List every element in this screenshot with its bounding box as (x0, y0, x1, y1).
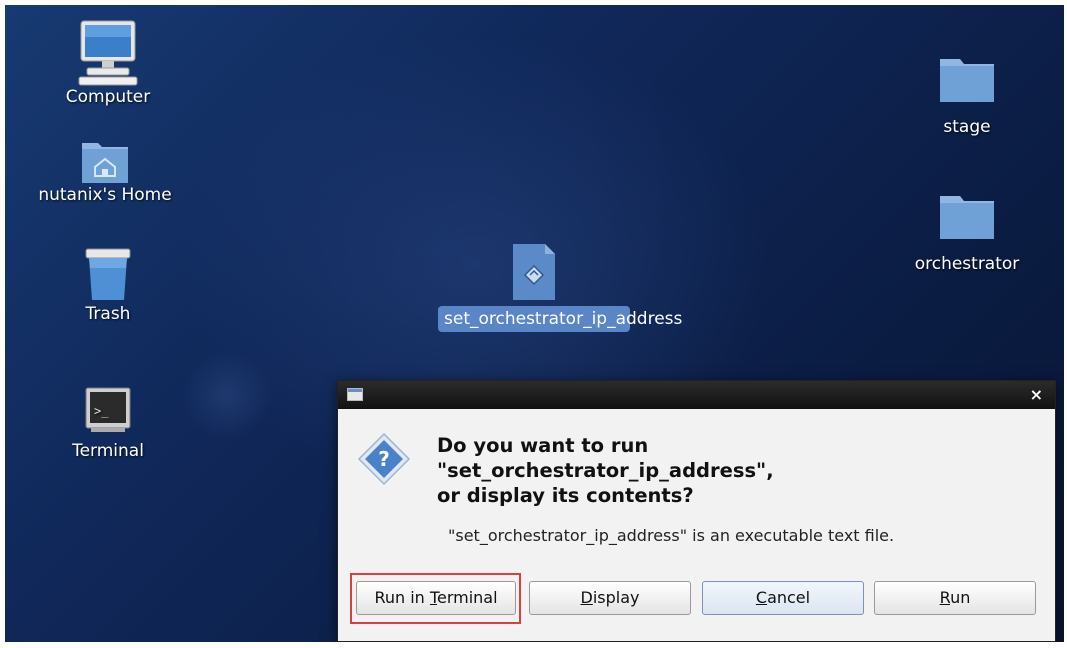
desktop-icon-label: Trash (85, 304, 131, 324)
desktop-icon-label: Terminal (72, 441, 144, 461)
button-label: Run in Terminal (374, 588, 498, 607)
folder-icon (940, 59, 994, 102)
question-icon: ? (357, 432, 411, 486)
svg-text:>_: >_ (94, 404, 109, 418)
desktop-icon-terminal[interactable]: >_ Terminal (58, 385, 158, 461)
dialog-heading: Do you want to run "set_orchestrator_ip_… (437, 434, 774, 507)
desktop-icon-label: nutanix's Home (38, 185, 172, 205)
desktop-icon-home[interactable]: nutanix's Home (5, 137, 215, 205)
desktop-icon-stage[interactable]: stage (907, 55, 1027, 137)
trash-icon (85, 248, 131, 300)
desktop-icon-computer[interactable]: Computer (58, 19, 158, 107)
home-folder-icon (82, 143, 128, 183)
run-or-display-dialog: × ? Do you want to run "set_orchestrator… (337, 380, 1056, 642)
button-label: Run (939, 588, 971, 607)
button-label: Display (580, 588, 640, 607)
button-label: Cancel (755, 588, 811, 607)
terminal-icon: >_ (85, 387, 131, 432)
run-button[interactable]: Run (874, 581, 1036, 615)
desktop-icon-label: orchestrator (914, 254, 1020, 274)
display-button[interactable]: Display (529, 581, 691, 615)
computer-icon (78, 20, 138, 86)
desktop: Computer nutanix's Home Trash >_ Termina… (5, 5, 1064, 642)
dialog-titlebar[interactable]: × (338, 381, 1055, 409)
window-icon (347, 388, 363, 401)
svg-text:?: ? (378, 447, 390, 471)
desktop-icon-label: set_orchestrator_ip_address (438, 306, 682, 332)
cancel-button[interactable]: Cancel (702, 581, 864, 615)
desktop-icon-label: stage (943, 117, 991, 137)
desktop-icon-label: Computer (65, 87, 151, 107)
folder-icon (940, 196, 994, 239)
desktop-icon-script-file[interactable]: set_orchestrator_ip_address (437, 242, 682, 332)
dialog-detail-text: "set_orchestrator_ip_address" is an exec… (448, 526, 895, 545)
close-icon[interactable]: × (1030, 385, 1043, 404)
desktop-icon-trash[interactable]: Trash (58, 246, 158, 324)
run-in-terminal-button[interactable]: Run in Terminal (356, 581, 516, 615)
desktop-icon-orchestrator[interactable]: orchestrator (897, 192, 1037, 274)
script-file-icon (513, 244, 555, 300)
